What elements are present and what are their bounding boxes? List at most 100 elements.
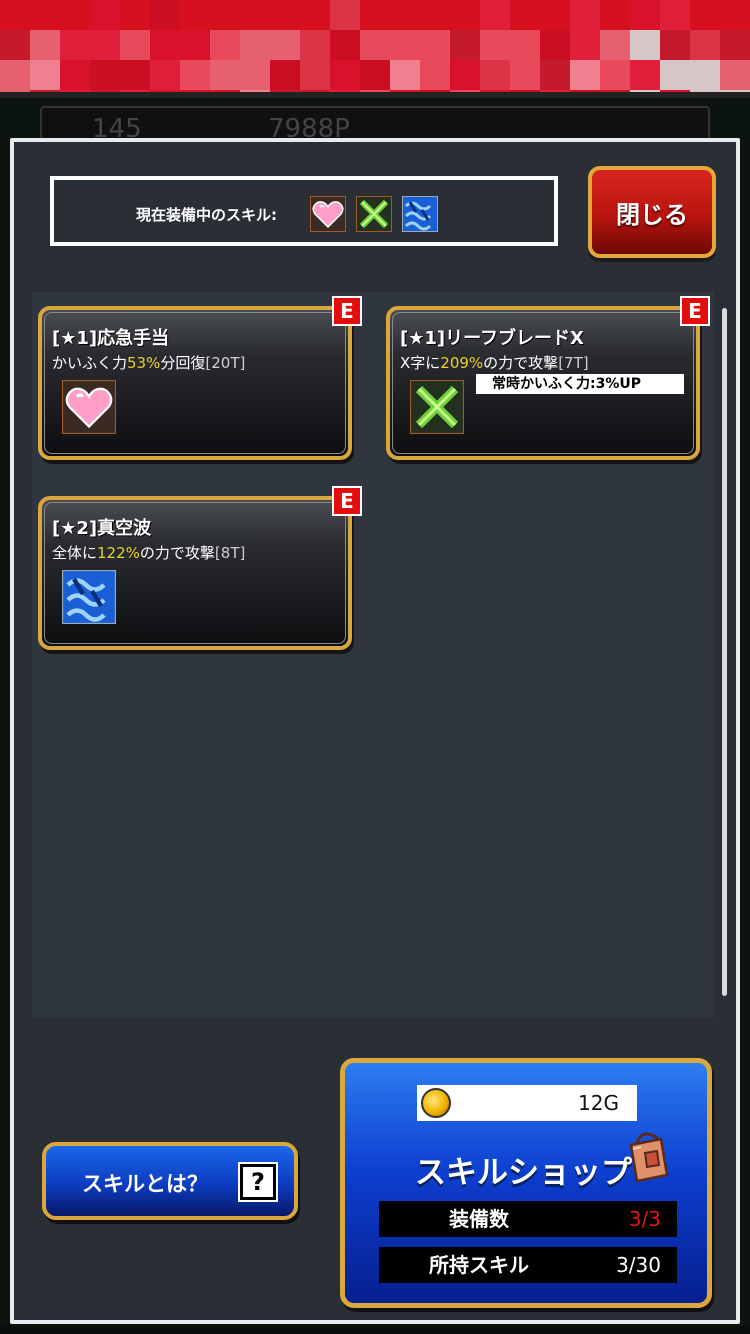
skill-shop-title: スキルショップ xyxy=(415,1155,632,1191)
banner-pixel xyxy=(600,0,630,30)
banner-pixel xyxy=(0,0,30,30)
banner-pixel xyxy=(480,30,510,60)
heart-icon xyxy=(310,196,346,232)
equipped-count-row: 装備数 3/3 xyxy=(379,1201,677,1237)
banner-pixel xyxy=(690,30,720,60)
banner-pixel xyxy=(90,60,120,90)
leaf-x-icon xyxy=(410,380,464,434)
banner-pixel xyxy=(330,30,360,60)
coin-icon xyxy=(421,1088,451,1118)
desc-percent: 209% xyxy=(440,354,484,372)
equipped-skills-label: 現在装備中のスキル: xyxy=(136,206,277,224)
banner-pixel xyxy=(480,0,510,30)
heart-icon xyxy=(62,380,116,434)
banner-pixel xyxy=(510,0,540,30)
desc-text: X字に xyxy=(400,354,441,372)
equipped-badge: E xyxy=(680,296,710,326)
skill-name: [★1]リーフブレードX xyxy=(400,328,584,349)
equipped-badge: E xyxy=(332,486,362,516)
passive-bonus-label: 常時かいふく力:3%UP xyxy=(476,374,684,394)
banner-pixel xyxy=(60,60,90,90)
banner-pixel xyxy=(30,30,60,60)
banner-pixel xyxy=(360,60,390,90)
banner-pixel xyxy=(90,30,120,60)
skill-panel: 現在装備中のスキル: 閉じる [★1]応急手当 かいふく力53%分回復[20T]… xyxy=(10,138,740,1324)
owned-skills-label: 所持スキル xyxy=(429,1253,529,1277)
skill-card-leaf-blade[interactable]: [★1]リーフブレードX X字に209%の力で攻撃[7T] 常時かいふく力:3%… xyxy=(386,296,710,460)
banner-pixel xyxy=(120,0,150,30)
desc-percent: 122% xyxy=(97,544,140,562)
banner-pixel xyxy=(450,30,480,60)
skill-name: [★2]真空波 xyxy=(52,518,152,539)
banner-pixel xyxy=(390,30,420,60)
skill-list-scrollbar[interactable] xyxy=(722,308,727,996)
equipped-count-label: 装備数 xyxy=(449,1207,509,1231)
desc-text: 分回復 xyxy=(160,354,206,372)
skill-card-first-aid[interactable]: [★1]応急手当 かいふく力53%分回復[20T] E xyxy=(38,296,362,460)
question-icon: ? xyxy=(238,1162,278,1202)
banner-pixel xyxy=(60,0,90,30)
banner-pixel xyxy=(420,60,450,90)
banner-pixel xyxy=(270,30,300,60)
banner-pixel xyxy=(360,0,390,30)
banner-pixel xyxy=(570,60,600,90)
banner-pixel xyxy=(150,30,180,60)
desc-text: 全体に xyxy=(52,544,98,562)
desc-turns: [20T] xyxy=(205,354,246,372)
desc-percent: 53% xyxy=(127,354,161,372)
skill-card-vacuum-wave[interactable]: [★2]真空波 全体に122%の力で攻撃[8T] E xyxy=(38,486,362,650)
banner-pixel xyxy=(510,30,540,60)
banner-pixel xyxy=(390,60,420,90)
banner-shadow xyxy=(0,92,750,98)
banner-pixel xyxy=(480,60,510,90)
skill-description: かいふく力53%分回復[20T] xyxy=(52,352,245,373)
banner-pixel xyxy=(600,30,630,60)
skill-name: [★1]応急手当 xyxy=(52,328,170,349)
banner-pixel xyxy=(0,30,30,60)
gold-value: 12G xyxy=(578,1091,619,1115)
banner-pixel xyxy=(90,0,120,30)
banner-pixel xyxy=(720,30,750,60)
banner-pixel xyxy=(330,0,360,30)
banner-pixel xyxy=(120,30,150,60)
banner-pixel xyxy=(120,60,150,90)
banner-pixel xyxy=(300,60,330,90)
banner-pixel xyxy=(540,60,570,90)
banner-pixel xyxy=(30,60,60,90)
banner-pixel xyxy=(690,0,720,30)
equipped-count-value: 3/3 xyxy=(628,1207,661,1231)
what-are-skills-label: スキルとは？ xyxy=(82,1172,208,1196)
wave-icon xyxy=(402,196,438,232)
banner-pixel xyxy=(240,60,270,90)
desc-text: の力で攻撃 xyxy=(483,354,559,372)
equipped-badge: E xyxy=(332,296,362,326)
banner-pixel xyxy=(360,30,390,60)
banner-pixel xyxy=(540,0,570,30)
desc-text: かいふく力 xyxy=(52,354,128,372)
game-screen: 145 7988P 現在装備中のスキル: 閉じる [★1]応急手当 かいふく力5… xyxy=(0,0,750,1334)
banner-pixel xyxy=(300,30,330,60)
banner-pixel xyxy=(210,30,240,60)
banner-pixel xyxy=(630,0,660,30)
skill-shop-button[interactable]: 12G スキルショップ 装備数 3/3 所持スキル 3/30 xyxy=(340,1058,712,1308)
banner-pixel xyxy=(420,30,450,60)
banner-pixel xyxy=(330,60,360,90)
leaf-x-icon xyxy=(356,196,392,232)
banner-pixel xyxy=(150,0,180,30)
banner-pixel xyxy=(270,60,300,90)
banner-pixel xyxy=(660,30,690,60)
banner-pixel xyxy=(240,30,270,60)
banner-pixel xyxy=(630,30,660,60)
banner-pixel xyxy=(720,0,750,30)
banner-pixel xyxy=(570,0,600,30)
wave-icon xyxy=(62,570,116,624)
banner-pixel xyxy=(450,60,480,90)
what-are-skills-button[interactable]: スキルとは？ ? xyxy=(42,1142,298,1220)
skill-list[interactable]: [★1]応急手当 かいふく力53%分回復[20T] E [★1]リーフブレードX… xyxy=(32,292,714,1018)
banner-pixel xyxy=(720,60,750,90)
gold-counter: 12G xyxy=(417,1085,637,1121)
skill-description: 全体に122%の力で攻撃[8T] xyxy=(52,542,245,563)
close-button[interactable]: 閉じる xyxy=(588,166,716,258)
top-ad-banner[interactable] xyxy=(0,0,750,98)
banner-pixel xyxy=(210,60,240,90)
